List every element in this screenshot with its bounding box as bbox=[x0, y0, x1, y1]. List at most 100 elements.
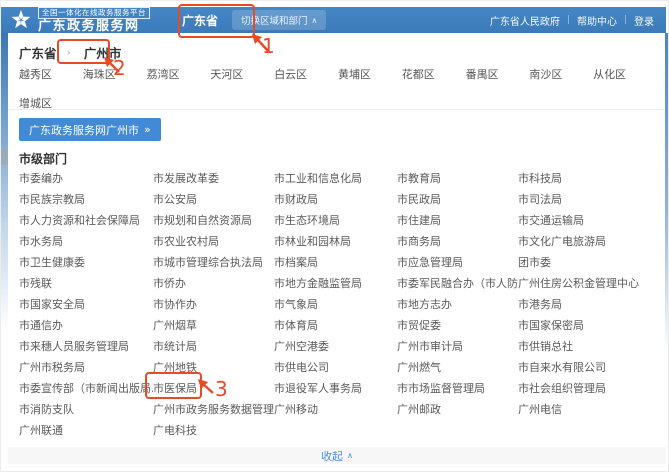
header-link[interactable]: 登录 bbox=[634, 13, 654, 28]
department-link[interactable]: 市市场监督管理局 bbox=[397, 377, 518, 398]
page: 全国一体化在线政务服务平台 广东政务服务网 广东省 切换区域和部门 ∧ 广东省人… bbox=[0, 0, 669, 472]
department-link[interactable]: 市地方志办 bbox=[397, 293, 518, 314]
department-grid: 市委编办市发展改革委市工业和信息化局市教育局市科技局市民族宗教局市公安局市财政局… bbox=[19, 167, 648, 440]
department-link[interactable]: 市港务局 bbox=[518, 293, 648, 314]
department-link[interactable]: 广州地铁 bbox=[153, 356, 274, 377]
department-link[interactable]: 市人力资源和社会保障局 bbox=[19, 209, 153, 230]
department-link[interactable]: 市侨办 bbox=[153, 272, 274, 293]
department-link[interactable]: 市财政局 bbox=[274, 188, 397, 209]
department-link[interactable]: 市地方金融监管局 bbox=[274, 272, 397, 293]
department-link[interactable]: 市气象局 bbox=[274, 293, 397, 314]
collapse-button[interactable]: 收起 ∧ bbox=[315, 447, 359, 465]
department-link[interactable]: 广州联通 bbox=[19, 419, 153, 440]
chevron-up-icon: ∧ bbox=[312, 16, 318, 25]
department-link[interactable]: 市教育局 bbox=[397, 167, 518, 188]
department-link[interactable]: 市民族宗教局 bbox=[19, 188, 153, 209]
department-link[interactable]: 市档案局 bbox=[274, 251, 397, 272]
district-tab[interactable]: 白云区 bbox=[274, 66, 338, 82]
department-link[interactable]: 广州市审计局 bbox=[397, 335, 518, 356]
department-link[interactable]: 市住建局 bbox=[397, 209, 518, 230]
department-link[interactable]: 市水务局 bbox=[19, 230, 153, 251]
department-link[interactable]: 市协作办 bbox=[153, 293, 274, 314]
department-link[interactable]: 市交通运输局 bbox=[518, 209, 648, 230]
district-tab[interactable]: 海珠区 bbox=[83, 66, 147, 82]
department-link[interactable]: 市商务局 bbox=[397, 230, 518, 251]
department-link[interactable]: 市委编办 bbox=[19, 167, 153, 188]
header-link[interactable]: 广东省人民政府 bbox=[490, 13, 560, 28]
department-link[interactable]: 市文化广电旅游局 bbox=[518, 230, 648, 251]
header-link-separator: | bbox=[567, 15, 570, 25]
department-link[interactable]: 广电科技 bbox=[153, 419, 274, 440]
breadcrumb-separator-icon: › bbox=[67, 46, 71, 59]
department-link[interactable]: 广州住房公积金管理中心 bbox=[518, 272, 648, 293]
department-link[interactable]: 市来穗人员服务管理局 bbox=[19, 335, 153, 356]
department-link[interactable]: 市科技局 bbox=[518, 167, 648, 188]
department-link[interactable]: 市社会组织管理局 bbox=[518, 377, 648, 398]
department-link[interactable]: 市退役军人事务局 bbox=[274, 377, 397, 398]
portal-button[interactable]: 广东政务服务网广州市 » bbox=[19, 118, 161, 141]
chevron-up-icon: ∧ bbox=[347, 451, 353, 460]
department-link[interactable]: 市贸促委 bbox=[397, 314, 518, 335]
district-tab[interactable]: 天河区 bbox=[210, 66, 274, 82]
district-tab[interactable]: 番禺区 bbox=[466, 66, 530, 82]
switch-region-label: 切换区域和部门 bbox=[241, 13, 308, 27]
department-link[interactable]: 市统计局 bbox=[153, 335, 274, 356]
district-tab[interactable]: 从化区 bbox=[593, 66, 657, 82]
divider bbox=[9, 109, 664, 110]
department-link[interactable]: 市国家安全局 bbox=[19, 293, 153, 314]
department-link[interactable]: 广州邮政 bbox=[397, 398, 518, 419]
department-link[interactable]: 市发展改革委 bbox=[153, 167, 274, 188]
district-tab[interactable]: 花都区 bbox=[402, 66, 466, 82]
top-header: 全国一体化在线政务服务平台 广东政务服务网 广东省 切换区域和部门 ∧ 广东省人… bbox=[1, 7, 666, 33]
department-link[interactable]: 市工业和信息化局 bbox=[274, 167, 397, 188]
department-link[interactable]: 市自来水有限公司 bbox=[518, 356, 648, 377]
department-link[interactable]: 广州市政务服务数据管理局 bbox=[153, 398, 274, 419]
department-link[interactable]: 市规划和自然资源局 bbox=[153, 209, 274, 230]
department-link[interactable]: 市公安局 bbox=[153, 188, 274, 209]
department-link[interactable]: 市供电公司 bbox=[274, 356, 397, 377]
department-link[interactable]: 广州移动 bbox=[274, 398, 397, 419]
department-link[interactable]: 市卫生健康委 bbox=[19, 251, 153, 272]
department-link[interactable]: 市体育局 bbox=[274, 314, 397, 335]
department-link[interactable]: 市通信办 bbox=[19, 314, 153, 335]
breadcrumb-province[interactable]: 广东省 bbox=[19, 43, 57, 62]
department-link[interactable]: 市委宣传部（市新闻出版局... bbox=[19, 377, 153, 398]
department-link[interactable]: 市国家保密局 bbox=[518, 314, 648, 335]
department-link[interactable]: 广州烟草 bbox=[153, 314, 274, 335]
collapse-label: 收起 bbox=[321, 448, 343, 464]
department-link[interactable]: 广州市税务局 bbox=[19, 356, 153, 377]
department-link[interactable]: 市供销总社 bbox=[518, 335, 648, 356]
department-link[interactable]: 市城市管理综合执法局 bbox=[153, 251, 274, 272]
section-title: 市级部门 bbox=[19, 150, 67, 167]
department-link[interactable]: 市农业农村局 bbox=[153, 230, 274, 251]
breadcrumb-city[interactable]: 广州市 bbox=[81, 43, 122, 62]
header-province-label: 广东省 bbox=[182, 12, 218, 29]
department-link[interactable]: 广州电信 bbox=[518, 398, 648, 419]
district-tab[interactable]: 越秀区 bbox=[19, 66, 83, 82]
department-link[interactable]: 市司法局 bbox=[518, 188, 648, 209]
department-link[interactable]: 广州空港委 bbox=[274, 335, 397, 356]
department-link[interactable]: 市医保局 bbox=[153, 377, 274, 398]
department-link[interactable]: 广州燃气 bbox=[397, 356, 518, 377]
kapok-flower-logo-icon bbox=[10, 9, 32, 31]
district-tab[interactable]: 荔湾区 bbox=[147, 66, 211, 82]
department-link[interactable]: 市生态环境局 bbox=[274, 209, 397, 230]
department-link[interactable]: 市委军民融合办（市人防办） bbox=[397, 272, 518, 293]
department-link[interactable]: 市消防支队 bbox=[19, 398, 153, 419]
district-tab[interactable]: 黄埔区 bbox=[338, 66, 402, 82]
department-link[interactable]: 市林业和园林局 bbox=[274, 230, 397, 251]
department-link[interactable]: 市应急管理局 bbox=[397, 251, 518, 272]
department-link[interactable]: 市残联 bbox=[19, 272, 153, 293]
department-link[interactable]: 市民政局 bbox=[397, 188, 518, 209]
left-scrollbar-track[interactable] bbox=[1, 33, 8, 333]
district-tabs: 越秀区海珠区荔湾区天河区白云区黄埔区花都区番禺区南沙区从化区增城区 bbox=[19, 66, 661, 111]
site-brand: 全国一体化在线政务服务平台 广东政务服务网 bbox=[38, 7, 150, 33]
switch-region-button[interactable]: 切换区域和部门 ∧ bbox=[232, 10, 326, 30]
portal-button-label: 广东政务服务网广州市 bbox=[29, 122, 139, 138]
department-link[interactable]: 团市委 bbox=[518, 251, 648, 272]
district-tab[interactable]: 南沙区 bbox=[529, 66, 593, 82]
left-scrollbar-thumb[interactable] bbox=[1, 149, 8, 165]
right-scrollbar[interactable] bbox=[665, 33, 668, 353]
annotation-digit-1: 1 bbox=[262, 36, 275, 56]
header-link[interactable]: 帮助中心 bbox=[577, 13, 617, 28]
